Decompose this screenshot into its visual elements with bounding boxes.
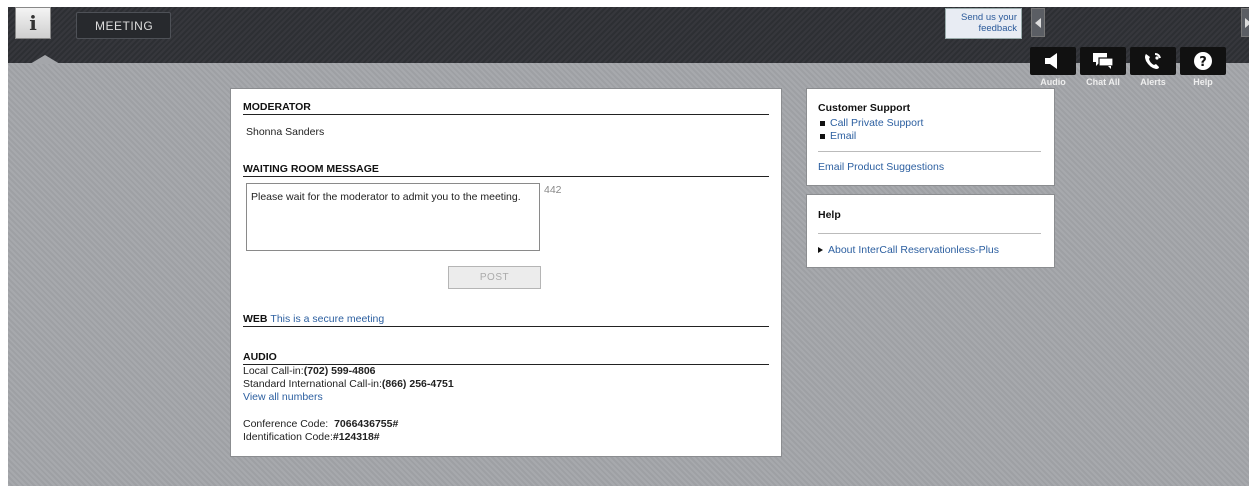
intl-call-in-number: (866) 256-4751 <box>381 378 454 390</box>
conference-code: Conference Code: 7066436755# <box>243 418 398 430</box>
arrow-left-icon <box>1035 17 1041 28</box>
email-product-suggestions-link[interactable]: Email Product Suggestions <box>818 161 944 173</box>
conference-code-value: 7066436755# <box>334 418 399 430</box>
moderator-name: Shonna Sanders <box>246 126 325 138</box>
audio-button[interactable] <box>1030 47 1076 75</box>
help-panel: Help About InterCall Reservationless-Plu… <box>806 194 1055 268</box>
conference-code-label: Conference Code: <box>243 418 329 430</box>
intl-call-in-label: Standard International Call-in: <box>243 378 382 390</box>
web-heading-label: WEB <box>243 313 268 325</box>
secure-meeting-link[interactable]: This is a secure meeting <box>270 313 384 325</box>
customer-support-title: Customer Support <box>818 102 911 114</box>
char-count: 442 <box>544 184 562 196</box>
about-intercall-link[interactable]: About InterCall Reservationless-Plus <box>828 244 999 256</box>
info-icon: i <box>29 11 37 35</box>
email-link[interactable]: Email <box>830 130 856 142</box>
email-item[interactable]: Email <box>820 130 856 142</box>
audio-heading: AUDIO <box>243 351 769 365</box>
call-private-support-item[interactable]: Call Private Support <box>820 117 923 129</box>
bullet-icon <box>820 120 825 126</box>
divider <box>818 233 1041 234</box>
triangle-right-icon <box>818 247 823 254</box>
arrow-right-icon <box>1245 17 1249 28</box>
info-button[interactable]: i <box>15 7 51 39</box>
phone-alert-icon <box>1145 53 1161 69</box>
local-call-in-number: (702) 599-4806 <box>303 365 376 377</box>
audio-label: Audio <box>1040 77 1066 87</box>
alerts-button[interactable] <box>1130 47 1176 75</box>
chat-all-label: Chat All <box>1086 77 1120 87</box>
tab-pointer <box>30 55 60 64</box>
waiting-message-input[interactable]: Please wait for the moderator to admit y… <box>246 183 540 251</box>
svg-text:?: ? <box>1199 55 1207 70</box>
tab-meeting[interactable]: MEETING <box>76 12 171 39</box>
waiting-room-heading: WAITING ROOM MESSAGE <box>243 163 769 177</box>
web-heading: WEB This is a secure meeting <box>243 313 769 327</box>
local-call-in-label: Local Call-in: <box>243 365 304 377</box>
scroll-right-button[interactable] <box>1241 8 1249 37</box>
meeting-info-panel: MODERATOR Shonna Sanders WAITING ROOM ME… <box>230 88 782 457</box>
customer-support-panel: Customer Support Call Private Support Em… <box>806 88 1055 186</box>
help-title: Help <box>818 209 841 221</box>
divider <box>818 151 1041 152</box>
chat-all-button[interactable] <box>1080 47 1126 75</box>
about-item[interactable]: About InterCall Reservationless-Plus <box>818 244 999 256</box>
chat-icon <box>1093 53 1114 69</box>
app-window: i MEETING Send us your feedback Audio Ch… <box>8 7 1249 486</box>
help-button[interactable]: ? <box>1180 47 1226 75</box>
speaker-icon <box>1045 53 1057 69</box>
help-icon: ? <box>1194 52 1212 70</box>
call-private-support-link[interactable]: Call Private Support <box>830 117 923 129</box>
post-button[interactable]: POST <box>448 266 541 289</box>
identification-code-label: Identification Code: <box>243 431 333 443</box>
intl-call-in: Standard International Call-in:(866) 256… <box>243 378 454 390</box>
alerts-label: Alerts <box>1140 77 1166 87</box>
local-call-in: Local Call-in:(702) 599-4806 <box>243 365 376 377</box>
bullet-icon <box>820 133 825 139</box>
scroll-left-button[interactable] <box>1031 8 1045 37</box>
feedback-button[interactable]: Send us your feedback <box>945 8 1022 39</box>
moderator-heading: MODERATOR <box>243 101 769 115</box>
help-label: Help <box>1193 77 1213 87</box>
identification-code-value: #124318# <box>332 431 380 443</box>
identification-code: Identification Code:#124318# <box>243 431 380 443</box>
view-all-numbers-link[interactable]: View all numbers <box>243 391 323 403</box>
